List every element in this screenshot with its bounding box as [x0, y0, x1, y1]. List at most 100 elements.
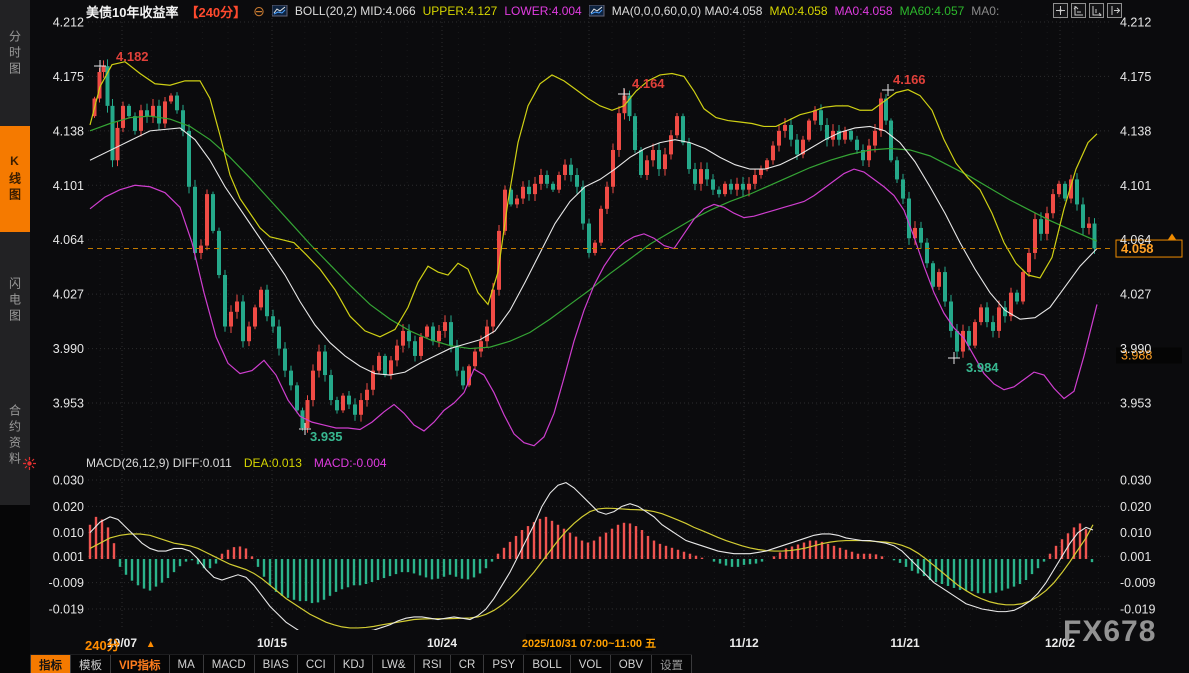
sidebar-bottom-filler — [0, 505, 30, 673]
macd-hist-bar — [461, 559, 463, 579]
candle-body — [377, 356, 381, 371]
boll-lower-value: LOWER:4.004 — [504, 4, 581, 18]
candle-body — [617, 113, 621, 150]
toolbar-item-7[interactable]: KDJ — [335, 655, 374, 673]
annotation-label: 3.984 — [966, 360, 999, 375]
candle-body — [341, 396, 345, 411]
macd-hist-bar — [449, 559, 451, 575]
macd-hist-bar — [521, 530, 523, 559]
macd-hist-bar — [365, 559, 367, 584]
y-axis-label-left: 4.101 — [53, 179, 84, 193]
toolbar-item-8[interactable]: LW& — [373, 655, 414, 673]
sidebar-tab-contract-info[interactable]: 合约资料 — [0, 368, 30, 504]
macd-hist-bar — [191, 559, 193, 560]
period-label[interactable]: 【240分】 — [185, 2, 246, 21]
toolbar-item-4[interactable]: MACD — [204, 655, 255, 673]
sidebar-tab-timeline[interactable]: 分时图 — [0, 4, 30, 104]
macd-hist-bar — [1031, 559, 1033, 574]
macd-series — [89, 483, 1093, 641]
candle-body — [1051, 194, 1055, 213]
macd-hist-bar — [965, 559, 967, 591]
toolbar-item-9[interactable]: RSI — [415, 655, 451, 673]
move-crosshair-icon[interactable] — [1053, 3, 1068, 18]
candle-body — [551, 184, 555, 190]
candle-body — [139, 110, 143, 131]
macd-axis-label-right: 0.001 — [1120, 550, 1151, 564]
candle-body — [687, 143, 691, 169]
indicator-marker-icon[interactable] — [22, 456, 37, 471]
annotation-label: 4.166 — [893, 72, 926, 87]
boll-indicator-icon — [272, 5, 288, 17]
macd-hist-bar — [761, 559, 763, 562]
macd-axis-label-right: 0.020 — [1120, 500, 1151, 514]
pan-right-icon[interactable] — [1107, 3, 1122, 18]
candle-body — [639, 150, 643, 175]
candle-body — [199, 246, 203, 253]
macd-hist-bar — [257, 559, 259, 567]
instrument-title: 美债10年收益率 — [86, 2, 178, 21]
candle-body — [437, 331, 441, 341]
candle-body — [1087, 224, 1091, 228]
y-axis-scale-icon[interactable] — [1071, 3, 1086, 18]
macd-hist-bar — [695, 556, 697, 559]
macd-hist-bar — [827, 544, 829, 559]
candle-body — [563, 165, 567, 175]
toolbar-item-5[interactable]: BIAS — [255, 655, 298, 673]
macd-hist-bar — [791, 546, 793, 559]
macd-hist-bar — [305, 559, 307, 601]
period-selector[interactable]: 240分 ▲ — [85, 635, 156, 654]
y-axis-labels: 4.2124.2124.1754.1754.1384.1384.1014.101… — [49, 16, 1156, 617]
toolbar-item-15[interactable]: 设置 — [652, 655, 692, 673]
toolbar-item-6[interactable]: CCI — [298, 655, 335, 673]
candle-body — [807, 121, 811, 140]
candle-body — [873, 131, 877, 146]
macd-hist-bar — [665, 546, 667, 559]
candle-body — [229, 312, 233, 327]
sidebar-tab-flash[interactable]: 闪电图 — [0, 250, 30, 352]
toolbar-item-14[interactable]: OBV — [611, 655, 652, 673]
macd-hist-bar — [605, 533, 607, 559]
toolbar-item-2[interactable]: VIP指标 — [111, 655, 170, 673]
macd-hist-bar — [659, 544, 661, 559]
toolbar-item-10[interactable]: CR — [451, 655, 485, 673]
period-up-arrow-icon: ▲ — [146, 639, 156, 650]
candle-body — [645, 160, 649, 175]
sidebar-tab-kline[interactable]: K线图 — [0, 126, 30, 232]
macd-hist-bar — [401, 559, 403, 572]
macd-hist-bar — [569, 533, 571, 559]
macd-hist-bar — [335, 559, 337, 592]
candle-body — [187, 131, 191, 187]
toolbar-item-1[interactable]: 模板 — [71, 655, 111, 673]
candle-body — [937, 272, 941, 287]
candle-body — [383, 356, 387, 375]
candle-body — [985, 307, 989, 322]
x-axis-scale-icon[interactable] — [1089, 3, 1104, 18]
macd-hist-bar — [95, 517, 97, 559]
candle-body — [557, 175, 561, 190]
toolbar-item-11[interactable]: PSY — [484, 655, 524, 673]
toolbar-item-label: CCI — [306, 659, 326, 671]
macd-hist-bar — [755, 559, 757, 564]
macd-hist-bar — [1007, 559, 1009, 589]
macd-hist-bar — [437, 559, 439, 579]
macd-hist-bar — [575, 537, 577, 559]
candle-body — [919, 228, 923, 243]
zoom-out-icon[interactable]: ⊖ — [253, 4, 265, 18]
chart-canvas[interactable]: 4.0583.9884.2124.2124.1754.1754.1384.138… — [0, 0, 1189, 673]
macd-hist-bar — [647, 536, 649, 559]
macd-hist-bar — [551, 521, 553, 559]
macd-hist-bar — [635, 526, 637, 559]
candle-body — [235, 301, 239, 311]
toolbar-item-12[interactable]: BOLL — [524, 655, 570, 673]
toolbar-item-0[interactable]: 指标 — [30, 655, 71, 673]
macd-hist-bar — [515, 536, 517, 559]
candle-body — [759, 169, 763, 175]
candle-body — [599, 209, 603, 243]
macd-hist-bar — [227, 550, 229, 559]
toolbar-item-3[interactable]: MA — [170, 655, 204, 673]
toolbar-item-13[interactable]: VOL — [571, 655, 611, 673]
macd-axis-label-right: 0.010 — [1120, 526, 1151, 540]
candle-body — [901, 179, 905, 198]
y-axis-label-right: 4.027 — [1120, 288, 1151, 302]
candle-body — [789, 125, 793, 140]
